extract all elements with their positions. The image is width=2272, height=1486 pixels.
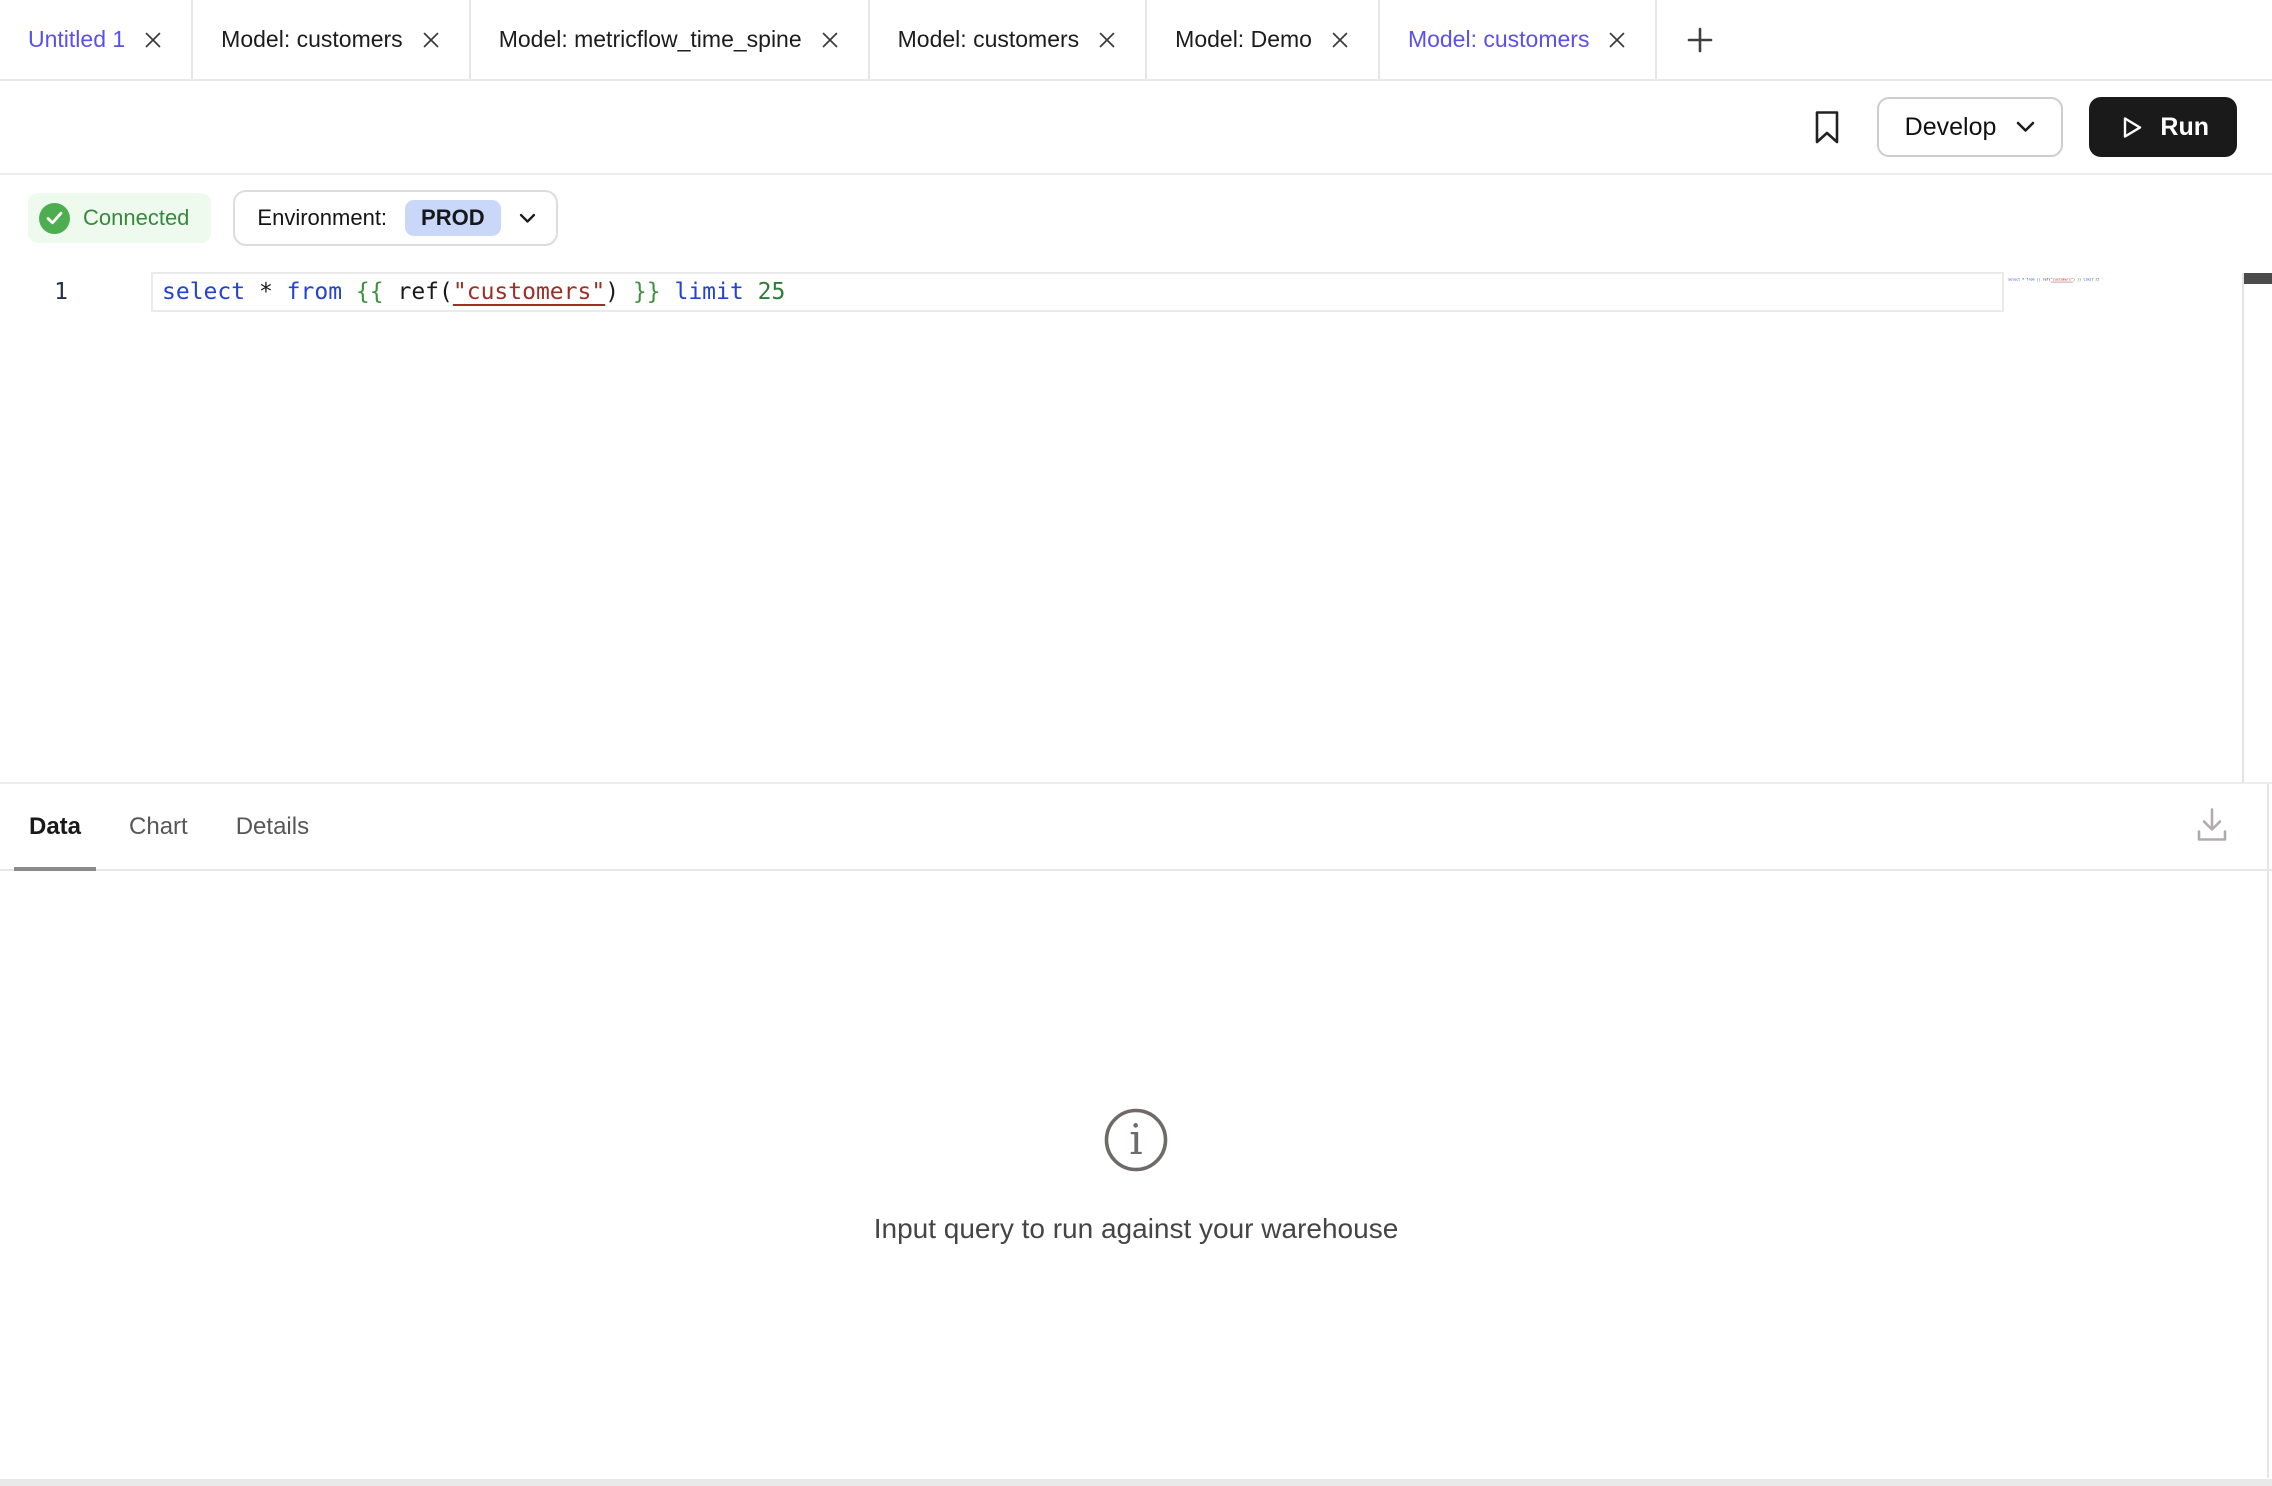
chevron-down-icon (519, 213, 536, 224)
code-token: }} (633, 279, 661, 305)
code-token: from (287, 279, 342, 305)
results-tab-label: Data (29, 813, 81, 841)
scrollbar-thumb[interactable] (2244, 273, 2272, 284)
plus-icon (1684, 24, 1716, 56)
line-number: 1 (0, 274, 68, 310)
close-icon[interactable] (421, 30, 441, 50)
develop-button[interactable]: Develop (1877, 97, 2064, 157)
bottom-panel-edge (0, 1479, 2272, 1486)
code-token (619, 279, 633, 305)
code-token: {{ (356, 279, 384, 305)
code-token: limit (2083, 278, 2093, 282)
svg-text:i: i (1129, 1115, 1142, 1164)
connection-status-label: Connected (83, 205, 189, 231)
code-token: from (2026, 278, 2034, 282)
tab-label: Model: metricflow_time_spine (499, 26, 802, 53)
connection-status-row: Connected Environment: PROD (0, 175, 2272, 261)
environment-value-chip: PROD (405, 200, 501, 236)
code-token: select (2008, 278, 2020, 282)
bookmark-button[interactable] (1813, 109, 1841, 146)
editor-tab[interactable]: Model: Demo (1147, 0, 1380, 79)
code-token (245, 279, 259, 305)
results-tab-details[interactable]: Details (221, 784, 324, 869)
editor-tab[interactable]: Model: customers (870, 0, 1148, 79)
close-icon[interactable] (1607, 30, 1627, 50)
connection-status-badge: Connected (28, 193, 211, 243)
editor-tab[interactable]: Model: customers (193, 0, 471, 79)
active-line-highlight: select * from {{ ref("customers") }} lim… (151, 272, 2004, 312)
close-icon[interactable] (1330, 30, 1350, 50)
tab-label: Model: Demo (1175, 26, 1312, 53)
new-tab-button[interactable] (1657, 0, 1743, 79)
code-token (384, 279, 398, 305)
results-tab-label: Details (236, 813, 309, 841)
results-panel: i Input query to run against your wareho… (0, 871, 2272, 1480)
download-icon (2194, 804, 2230, 846)
code-token: "customers" (2051, 278, 2073, 282)
ide-root: Untitled 1 Model: customers Model: metricf… (0, 0, 2272, 1486)
code-token: ref( (2043, 278, 2051, 282)
results-tab-chart[interactable]: Chart (114, 784, 203, 869)
editor-tab-bar: Untitled 1 Model: customers Model: metricf… (0, 0, 2272, 81)
code-token: "customers" (453, 279, 605, 305)
close-icon[interactable] (1097, 30, 1117, 50)
develop-button-label: Develop (1905, 113, 1997, 142)
code-line: select * from {{ ref("customers") }} lim… (153, 275, 785, 309)
run-button-label: Run (2160, 113, 2209, 142)
tab-label: Model: customers (1408, 26, 1590, 53)
code-token: * (259, 279, 273, 305)
download-button[interactable] (2194, 804, 2230, 849)
code-token: 25 (758, 279, 786, 305)
results-tab-bar: Data Chart Details (0, 782, 2272, 871)
toolbar: Develop Run (0, 81, 2272, 175)
environment-selector[interactable]: Environment: PROD (233, 190, 557, 246)
code-token: ) (605, 279, 619, 305)
results-tab-bar-tabs: Data Chart Details (14, 784, 342, 869)
editor-tab[interactable]: Untitled 1 (0, 0, 193, 79)
results-tab-label: Chart (129, 813, 188, 841)
minimap-line: select * from {{ ref("customers") }} lim… (2008, 278, 2099, 281)
code-token (661, 279, 675, 305)
environment-label: Environment: (257, 205, 387, 231)
editor-tab[interactable]: Model: metricflow_time_spine (471, 0, 870, 79)
play-icon (2117, 114, 2144, 141)
tab-label: Model: customers (898, 26, 1080, 53)
code-token (744, 279, 758, 305)
code-token: ref( (397, 279, 452, 305)
check-circle-icon (39, 203, 70, 234)
close-icon[interactable] (820, 30, 840, 50)
chevron-down-icon (2016, 121, 2035, 133)
code-token (273, 279, 287, 305)
run-button[interactable]: Run (2089, 97, 2237, 157)
code-token: 25 (2095, 278, 2099, 282)
editor-tab[interactable]: Model: customers (1380, 0, 1658, 79)
editor-scrollbar[interactable] (2242, 273, 2272, 782)
results-tab-data[interactable]: Data (14, 784, 96, 869)
info-icon: i (1103, 1107, 1169, 1173)
close-icon[interactable] (143, 30, 163, 50)
tab-label: Model: customers (221, 26, 403, 53)
code-token (342, 279, 356, 305)
editor-tab-bar-tabs: Untitled 1 Model: customers Model: metricf… (0, 0, 1657, 79)
right-scroll-track (2267, 784, 2269, 1478)
minimap[interactable]: select * from {{ ref("customers") }} lim… (2008, 277, 2240, 307)
code-token: select (162, 279, 245, 305)
code-token: limit (674, 279, 743, 305)
bookmark-icon (1813, 109, 1841, 146)
sql-editor[interactable]: 1 select * from {{ ref("customers") }} l… (0, 261, 2272, 782)
tab-label: Untitled 1 (28, 26, 125, 53)
empty-state-message: Input query to run against your warehous… (874, 1213, 1399, 1245)
